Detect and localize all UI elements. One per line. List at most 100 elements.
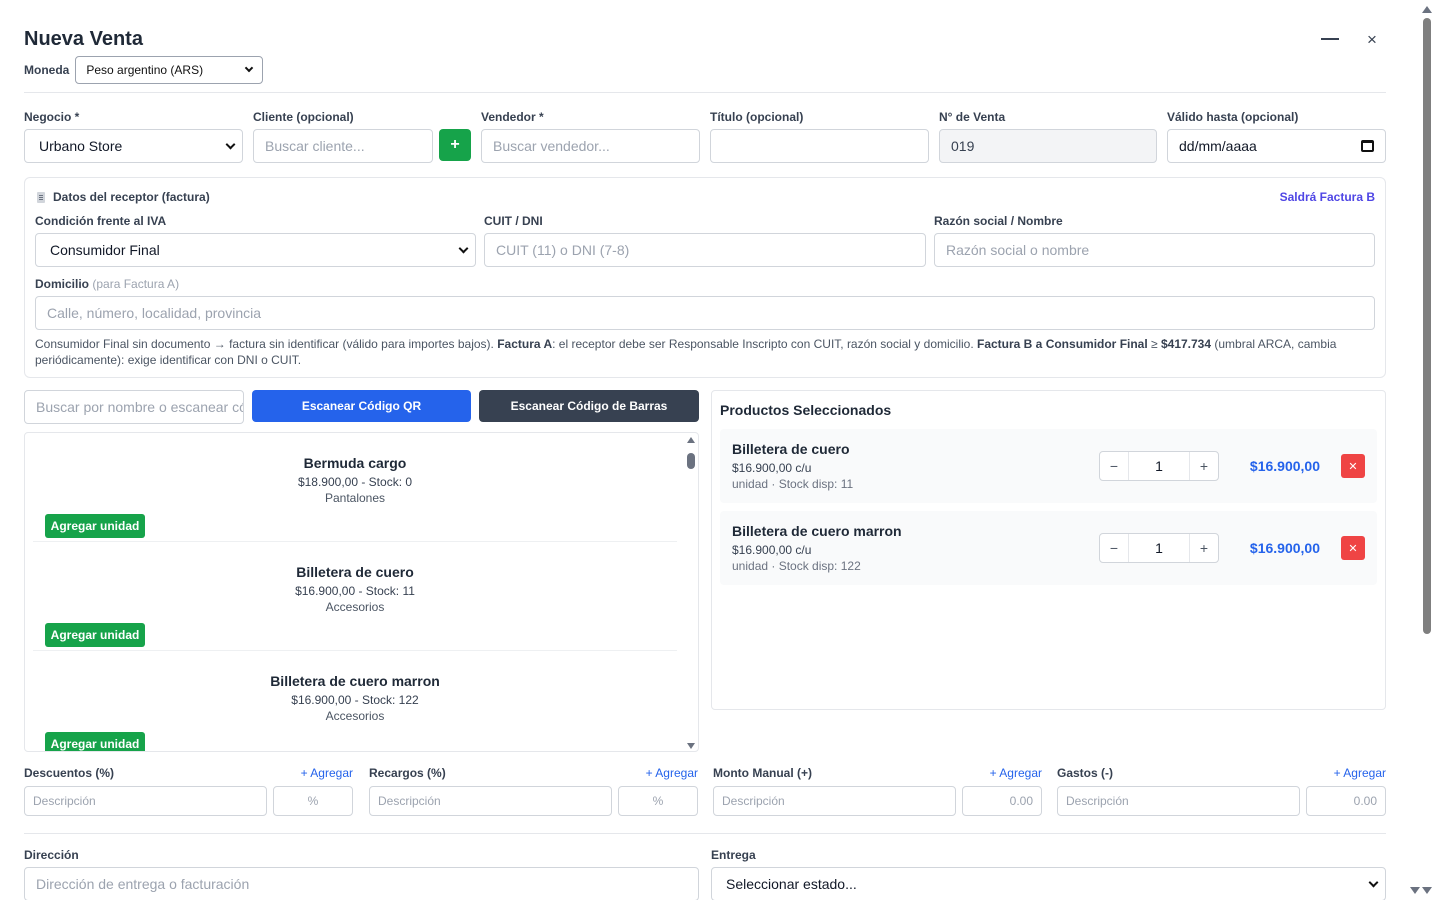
scan-qr-button[interactable]: Escanear Código QR	[252, 390, 471, 422]
decrement-button[interactable]: −	[1100, 452, 1128, 480]
manual-amount-value-input[interactable]: 0.00	[962, 786, 1042, 816]
product-category: Pantalones	[324, 491, 386, 505]
negocio-field: Negocio * Urbano Store	[24, 110, 243, 163]
entrega-value: Seleccionar estado...	[726, 876, 857, 892]
valido-placeholder: dd/mm/aaaa	[1179, 138, 1257, 154]
quantity-input[interactable]: 1	[1128, 534, 1190, 562]
condicion-field: Condición frente al IVA Consumidor Final	[35, 214, 476, 267]
expense-description-input[interactable]: Descripción	[1057, 786, 1300, 816]
scroll-up-icon[interactable]	[1422, 6, 1432, 13]
receptor-card: Datos del receptor (factura) Saldrá Fact…	[24, 177, 1386, 378]
receptor-title: Datos del receptor (factura)	[37, 190, 210, 204]
product-category: Accesorios	[325, 600, 385, 614]
scroll-up-icon[interactable]	[687, 437, 695, 443]
surcharge-description-input[interactable]: Descripción	[369, 786, 612, 816]
condicion-select[interactable]: Consumidor Final	[35, 233, 476, 267]
add-unit-button[interactable]: Agregar unidad	[45, 514, 145, 538]
scroll-down-icon[interactable]	[687, 743, 695, 749]
page-scrollbar[interactable]	[1410, 0, 1440, 900]
adjustment-label: Recargos (%)	[369, 766, 446, 780]
selected-item-total: $16.900,00	[1249, 458, 1320, 474]
increment-button[interactable]: +	[1190, 452, 1218, 480]
add-expense-link[interactable]: + Agregar	[1334, 766, 1386, 780]
product-search-input[interactable]: Buscar por nombre o escanear código	[24, 390, 244, 424]
cliente-field: Cliente (opcional) Buscar cliente...	[253, 110, 433, 163]
product-list-scrollbar[interactable]	[686, 437, 696, 749]
product-meta: $16.900,00 - Stock: 11	[295, 584, 415, 598]
remove-item-button[interactable]: ✕	[1341, 536, 1365, 560]
razon-label: Razón social / Nombre	[934, 214, 1063, 228]
list-item: Bermuda cargo $18.900,00 - Stock: 0 Pant…	[33, 433, 677, 542]
discount-description-input[interactable]: Descripción	[24, 786, 267, 816]
domicilio-input[interactable]: Calle, número, localidad, provincia	[35, 296, 1375, 330]
add-manual-amount-link[interactable]: + Agregar	[990, 766, 1042, 780]
vendedor-field: Vendedor * Buscar vendedor...	[481, 110, 700, 163]
razon-input[interactable]: Razón social o nombre	[934, 233, 1375, 267]
scan-barcode-button[interactable]: Escanear Código de Barras	[479, 390, 699, 422]
product-name: Billetera de cuero marron	[270, 673, 440, 689]
product-list: Bermuda cargo $18.900,00 - Stock: 0 Pant…	[24, 432, 699, 752]
help-bold: Factura B a Consumidor Final	[977, 337, 1148, 351]
adjustment-label: Descuentos (%)	[24, 766, 115, 780]
help-part: Consumidor Final sin documento → factura…	[35, 337, 498, 351]
help-part: ≥	[1147, 337, 1161, 351]
valido-label: Válido hasta (opcional)	[1167, 110, 1299, 124]
titulo-label: Título (opcional)	[710, 110, 804, 124]
negocio-select[interactable]: Urbano Store	[24, 129, 243, 163]
currency-row: Moneda Peso argentino (ARS)	[24, 56, 264, 84]
selected-item-price: $16.900,00 c/u	[732, 543, 812, 557]
negocio-label: Negocio *	[24, 110, 80, 124]
cuit-input[interactable]: CUIT (11) o DNI (7-8)	[484, 233, 926, 267]
product-name: Billetera de cuero	[296, 564, 414, 580]
scroll-thumb[interactable]	[1423, 18, 1431, 634]
entrega-select[interactable]: Seleccionar estado...	[711, 867, 1386, 900]
remove-item-button[interactable]: ✕	[1341, 454, 1365, 478]
add-unit-button[interactable]: Agregar unidad	[45, 623, 145, 647]
selected-item: Billetera de cuero $16.900,00 c/u unidad…	[720, 429, 1377, 503]
numero-label: N° de Venta	[939, 110, 1006, 124]
list-item: Billetera de cuero marron $16.900,00 - S…	[33, 651, 677, 751]
help-part: : el receptor debe ser Responsable Inscr…	[552, 337, 977, 351]
decrement-button[interactable]: −	[1100, 534, 1128, 562]
direccion-input[interactable]: Dirección de entrega o facturación	[24, 867, 699, 900]
scroll-thumb[interactable]	[687, 453, 695, 469]
currency-label: Moneda	[24, 63, 70, 77]
add-unit-button[interactable]: Agregar unidad	[45, 732, 145, 751]
cliente-search-input[interactable]: Buscar cliente...	[253, 129, 433, 163]
manual-amount-group: Monto Manual (+) + Agregar Descripción 0…	[713, 766, 1042, 816]
razon-field: Razón social / Nombre Razón social o nom…	[934, 214, 1375, 267]
cuit-field: CUIT / DNI CUIT (11) o DNI (7-8)	[484, 214, 926, 267]
chevron-down-icon	[1368, 877, 1379, 887]
minimize-icon[interactable]	[1320, 28, 1340, 48]
increment-button[interactable]: +	[1190, 534, 1218, 562]
product-meta: $16.900,00 - Stock: 122	[291, 693, 419, 707]
expense-value-input[interactable]: 0.00	[1306, 786, 1386, 816]
modal-header: Nueva Venta ×	[24, 28, 1386, 52]
scroll-down-icon[interactable]	[1422, 887, 1432, 894]
valido-date-input[interactable]: dd/mm/aaaa	[1167, 129, 1386, 163]
titulo-input[interactable]	[710, 129, 929, 163]
calendar-icon[interactable]	[1361, 140, 1374, 152]
invoice-type-badge: Saldrá Factura B	[1279, 190, 1375, 204]
add-client-button[interactable]: +	[439, 129, 471, 161]
vendedor-search-input[interactable]: Buscar vendedor...	[481, 129, 700, 163]
quantity-stepper: − 1 +	[1099, 451, 1219, 481]
add-discount-link[interactable]: + Agregar	[301, 766, 353, 780]
product-category: Accesorios	[325, 709, 385, 723]
discount-percent-input[interactable]: %	[273, 786, 353, 816]
discounts-group: Descuentos (%) + Agregar Descripción %	[24, 766, 353, 816]
surcharge-percent-input[interactable]: %	[618, 786, 698, 816]
add-surcharge-link[interactable]: + Agregar	[646, 766, 698, 780]
close-icon[interactable]: ×	[1362, 28, 1382, 52]
condicion-label: Condición frente al IVA	[35, 214, 167, 228]
help-bold: $417.734	[1160, 337, 1212, 351]
scroll-down-icon[interactable]	[1410, 887, 1420, 894]
manual-amount-description-input[interactable]: Descripción	[713, 786, 956, 816]
currency-select[interactable]: Peso argentino (ARS)	[75, 56, 264, 84]
chevron-down-icon	[245, 63, 254, 73]
entrega-field: Entrega Seleccionar estado...	[711, 848, 1386, 900]
domicilio-label: Domicilio (para Factura A)	[35, 277, 1375, 296]
condicion-value: Consumidor Final	[50, 242, 160, 258]
product-name: Bermuda cargo	[303, 455, 407, 471]
quantity-input[interactable]: 1	[1128, 452, 1190, 480]
